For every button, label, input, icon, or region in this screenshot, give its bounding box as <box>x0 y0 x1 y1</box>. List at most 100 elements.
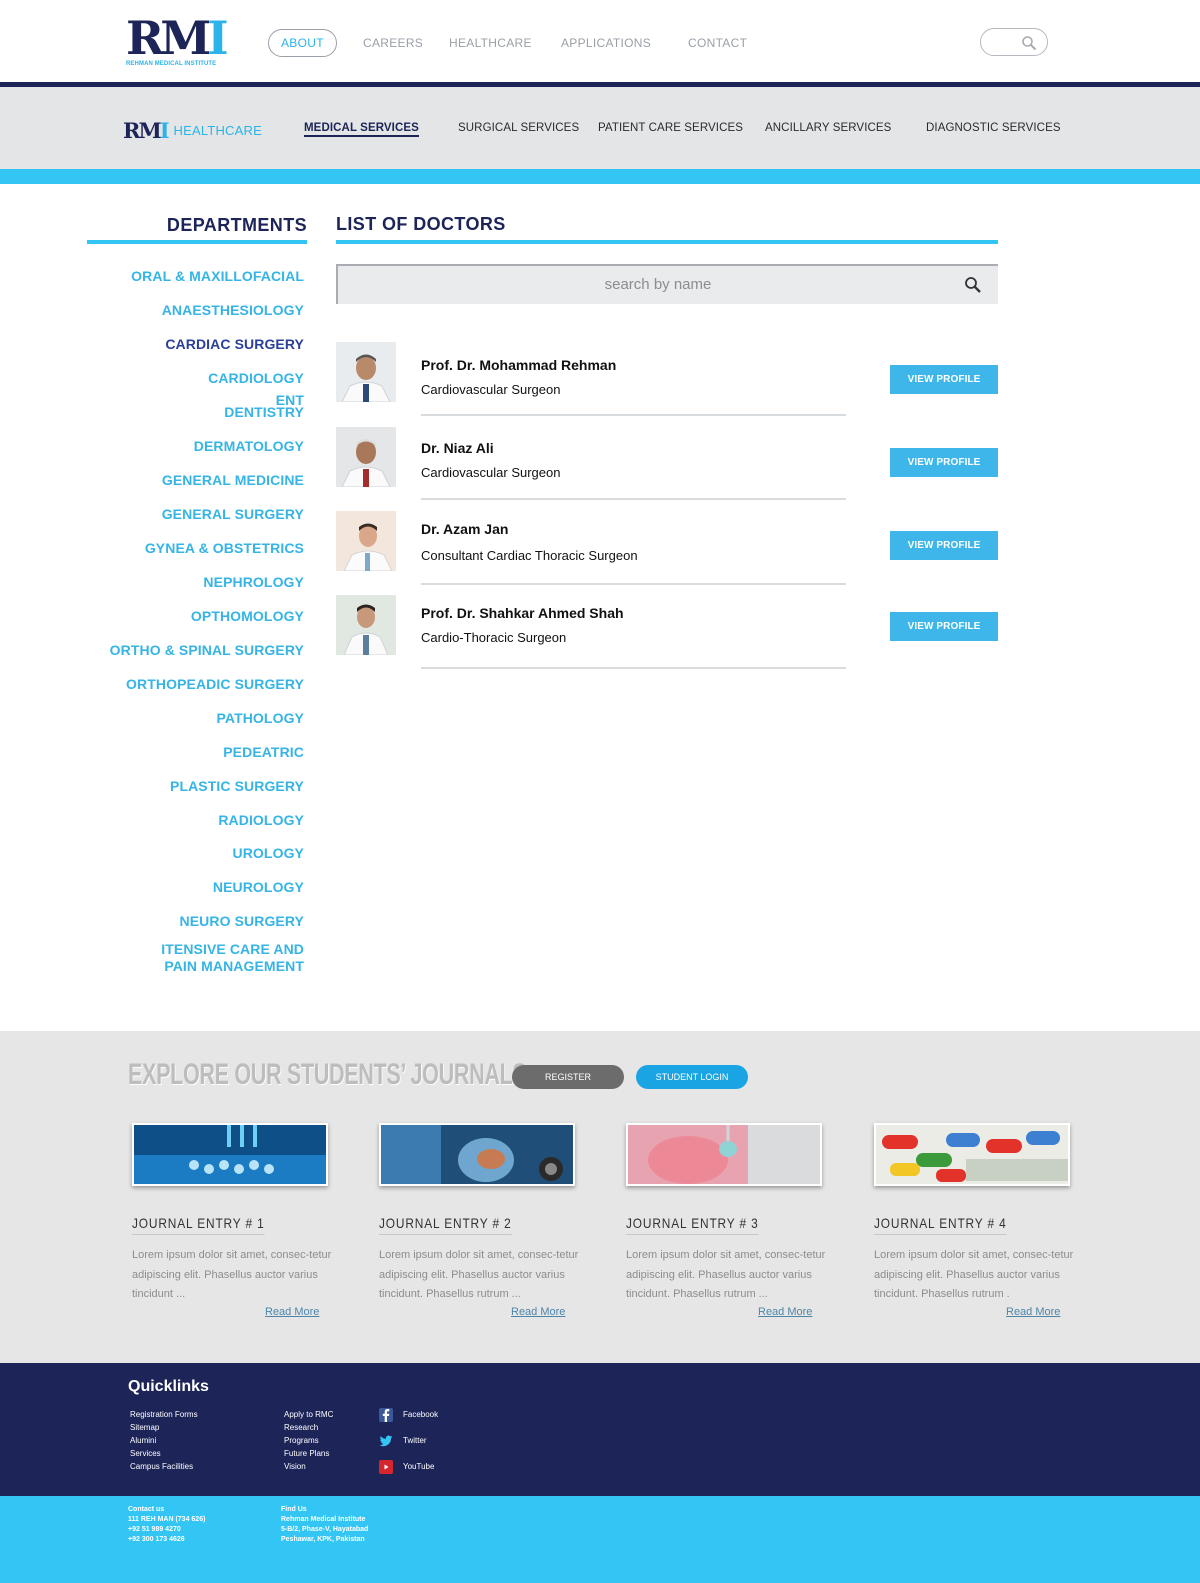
footer-link[interactable]: Future Plans <box>284 1449 329 1458</box>
doctor-role: Cardiovascular Surgeon <box>421 465 561 480</box>
doctor-divider <box>421 583 846 585</box>
doctor-name: Dr. Niaz Ali <box>421 440 494 456</box>
journal-excerpt: Lorem ipsum dolor sit amet, consec-tetur… <box>626 1249 826 1300</box>
footer-link[interactable]: Programs <box>284 1436 319 1445</box>
healthcare-logo-mark: RMI <box>123 118 169 143</box>
dept-pathology[interactable]: PATHOLOGY <box>217 710 305 726</box>
journal-title[interactable]: JOURNAL ENTRY # 2 <box>379 1215 512 1235</box>
doctors-rule <box>336 240 998 244</box>
journal-excerpt: Lorem ipsum dolor sit amet, consec-tetur… <box>379 1249 579 1300</box>
journal-image[interactable] <box>132 1123 328 1186</box>
rmi-healthcare-logo[interactable]: RMI HEALTHCARE <box>123 118 262 143</box>
journal-title[interactable]: JOURNAL ENTRY # 4 <box>874 1215 1007 1235</box>
subnav-patient-care-services[interactable]: PATIENT CARE SERVICES <box>598 122 743 134</box>
footer-link[interactable]: Alumini <box>130 1436 156 1445</box>
nav-careers[interactable]: CAREERS <box>363 29 423 57</box>
footer-link[interactable]: Services <box>130 1449 161 1458</box>
footer-link[interactable]: Apply to RMC <box>284 1410 333 1419</box>
subnav-ancillary-services[interactable]: ANCILLARY SERVICES <box>765 122 891 134</box>
dept-oral-maxillofacial[interactable]: ORAL & MAXILLOFACIAL <box>131 268 304 284</box>
footer-link[interactable]: Research <box>284 1423 318 1432</box>
footer-link[interactable]: Registration Forms <box>130 1410 198 1419</box>
sub-header-accent-bar <box>0 169 1200 184</box>
dept-radiology[interactable]: RADIOLOGY <box>218 812 304 828</box>
footer-link[interactable]: Sitemap <box>130 1423 159 1432</box>
dept-general-medicine[interactable]: GENERAL MEDICINE <box>162 472 304 488</box>
address-line: Peshawar, KPK, Pakistan <box>281 1536 365 1543</box>
nav-about[interactable]: ABOUT <box>268 29 337 57</box>
contact-heading: Contact us <box>128 1506 165 1513</box>
dept-cardiac-surgery[interactable]: CARDIAC SURGERY <box>165 336 304 352</box>
dept-nephrology[interactable]: NEPHROLOGY <box>203 574 304 590</box>
search-icon[interactable] <box>1021 35 1037 56</box>
dept-plastic-surgery[interactable]: PLASTIC SURGERY <box>170 778 304 794</box>
dept-general-surgery[interactable]: GENERAL SURGERY <box>162 506 304 522</box>
social-youtube[interactable]: YouTube <box>379 1458 434 1476</box>
find-us-heading: Find Us <box>281 1506 307 1513</box>
read-more-link[interactable]: Read More <box>758 1306 812 1318</box>
doctor-role: Consultant Cardiac Thoracic Surgeon <box>421 548 638 563</box>
read-more-link[interactable]: Read More <box>1006 1306 1060 1318</box>
subnav-medical-services[interactable]: MEDICAL SERVICES <box>304 122 419 137</box>
doctor-divider <box>421 498 846 500</box>
subnav-diagnostic-services[interactable]: DIAGNOSTIC SERVICES <box>926 122 1061 134</box>
journal-image[interactable] <box>379 1123 575 1186</box>
doctor-divider <box>421 414 846 416</box>
dept-gynea-obstetrics[interactable]: GYNEA & OBSTETRICS <box>145 540 304 556</box>
doctor-search-input[interactable] <box>358 266 958 302</box>
contact-phone[interactable]: +92 51 989 4270 <box>128 1526 181 1533</box>
view-profile-button[interactable]: VIEW PROFILE <box>890 531 998 560</box>
dept-pedeatric[interactable]: PEDEATRIC <box>223 744 304 760</box>
dept-neuro-surgery[interactable]: NEURO SURGERY <box>180 913 304 929</box>
doctor-divider <box>421 667 846 669</box>
social-facebook[interactable]: Facebook <box>379 1406 438 1424</box>
dept-urology[interactable]: UROLOGY <box>233 845 304 861</box>
journal-title[interactable]: JOURNAL ENTRY # 3 <box>626 1215 759 1235</box>
dept-cardiology[interactable]: CARDIOLOGY <box>208 370 304 386</box>
register-button[interactable]: REGISTER <box>512 1065 624 1089</box>
search-icon[interactable] <box>964 276 982 299</box>
dept-opthomology[interactable]: OPTHOMOLOGY <box>191 608 304 624</box>
facebook-icon <box>379 1407 393 1422</box>
dept-dermatology[interactable]: DERMATOLOGY <box>194 438 304 454</box>
dept-intensive-care-pain-management[interactable]: ITENSIVE CARE AND PAIN MANAGEMENT <box>144 941 304 975</box>
logo-subtitle: REHMAN MEDICAL INSTITUTE <box>126 61 217 67</box>
departments-rule <box>87 240 307 244</box>
healthcare-logo-word: HEALTHCARE <box>173 123 262 138</box>
doctor-search-box <box>336 264 998 304</box>
rmi-logo[interactable]: RMI REHMAN MEDICAL INSTITUTE <box>126 15 229 72</box>
contact-phone[interactable]: 111 REH MAN (734 626) <box>128 1516 205 1523</box>
footer-link[interactable]: Campus Facilities <box>130 1462 193 1471</box>
dept-orthopeadic-surgery[interactable]: ORTHOPEADIC SURGERY <box>126 676 304 692</box>
top-search-input[interactable] <box>980 28 1048 56</box>
footer-link[interactable]: Vision <box>284 1462 306 1471</box>
social-twitter[interactable]: Twitter <box>379 1432 427 1450</box>
journal-image[interactable] <box>626 1123 822 1186</box>
contact-phone[interactable]: +92 300 173 4626 <box>128 1536 185 1543</box>
student-login-button[interactable]: STUDENT LOGIN <box>636 1065 748 1089</box>
view-profile-button[interactable]: VIEW PROFILE <box>890 448 998 477</box>
nav-contact[interactable]: CONTACT <box>688 29 747 57</box>
twitter-icon <box>379 1434 393 1448</box>
dept-dentistry[interactable]: DENTISTRY <box>224 404 304 420</box>
nav-healthcare[interactable]: HEALTHCARE <box>449 29 532 57</box>
doctor-photo <box>336 595 396 655</box>
dept-neurology[interactable]: NEUROLOGY <box>213 879 304 895</box>
read-more-link[interactable]: Read More <box>511 1306 565 1318</box>
subnav-surgical-services[interactable]: SURGICAL SERVICES <box>458 122 579 134</box>
journal-title[interactable]: JOURNAL ENTRY # 1 <box>132 1215 265 1235</box>
doctor-role: Cardio-Thoracic Surgeon <box>421 630 567 645</box>
youtube-icon <box>379 1459 393 1474</box>
doctor-name: Prof. Dr. Mohammad Rehman <box>421 357 617 373</box>
doctor-name: Dr. Azam Jan <box>421 521 509 537</box>
dept-ortho-spinal-surgery[interactable]: ORTHO & SPINAL SURGERY <box>110 642 304 658</box>
doctor-photo <box>336 342 396 402</box>
view-profile-button[interactable]: VIEW PROFILE <box>890 365 998 394</box>
dept-anaesthesiology[interactable]: ANAESTHESIOLOGY <box>162 302 304 318</box>
nav-applications[interactable]: APPLICATIONS <box>561 29 651 57</box>
read-more-link[interactable]: Read More <box>265 1306 319 1318</box>
journal-image[interactable] <box>874 1123 1070 1186</box>
journal-excerpt: Lorem ipsum dolor sit amet, consec-tetur… <box>874 1249 1074 1300</box>
doctor-name: Prof. Dr. Shahkar Ahmed Shah <box>421 605 624 621</box>
view-profile-button[interactable]: VIEW PROFILE <box>890 612 998 641</box>
